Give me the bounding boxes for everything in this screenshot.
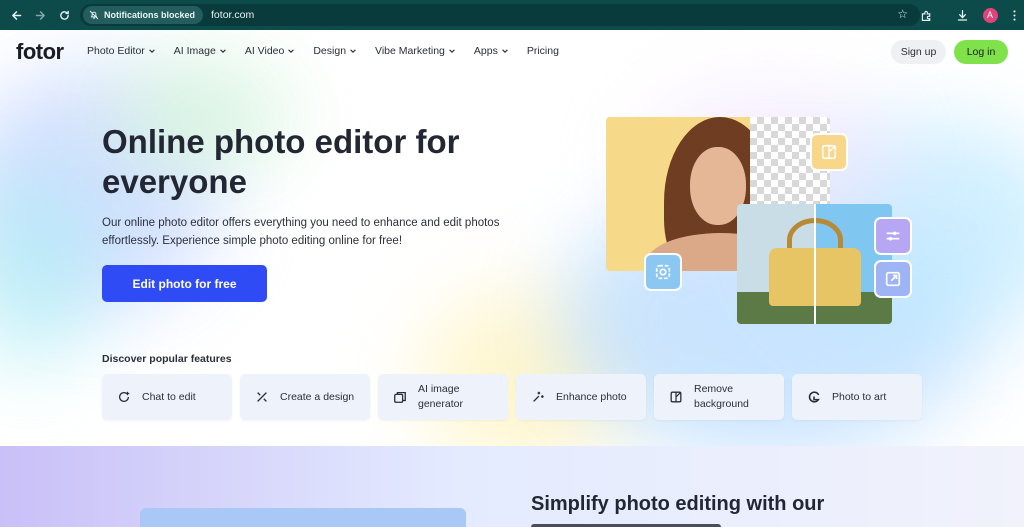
nav-design[interactable]: Design <box>313 45 357 57</box>
profile-avatar[interactable]: A <box>982 7 998 23</box>
feature-label: AI image generator <box>418 383 463 410</box>
chevron-down-icon <box>449 49 455 53</box>
hero-subtitle: Our online photo editor offers everythin… <box>102 217 500 247</box>
nav-label: Apps <box>473 45 498 57</box>
feature-label: Chat to edit <box>142 390 196 403</box>
nav-label: AI Video <box>244 45 285 57</box>
nav-label: Pricing <box>526 45 559 57</box>
chevron-down-icon <box>502 49 508 53</box>
chat-edit-icon <box>116 389 132 405</box>
browser-menu-icon[interactable] <box>1006 3 1022 27</box>
ai-image-icon <box>392 389 408 405</box>
main-nav: Photo Editor AI Image AI Video Design Vi… <box>87 45 577 57</box>
design-tools-icon <box>254 389 270 405</box>
nav-vibe-marketing[interactable]: Vibe Marketing <box>375 45 456 57</box>
feature-label: Remove background <box>694 383 749 410</box>
edit-photo-cta-button[interactable]: Edit photo for free <box>102 265 267 302</box>
nav-ai-image[interactable]: AI Image <box>174 45 227 57</box>
chevron-down-icon <box>220 49 226 53</box>
extensions-icon[interactable] <box>914 3 938 27</box>
feature-enhance-photo[interactable]: Enhance photo <box>516 374 646 420</box>
sliders-icon <box>886 231 900 241</box>
back-icon[interactable] <box>4 3 28 27</box>
feature-ai-image-generator[interactable]: AI image generator <box>378 374 508 420</box>
url-text[interactable]: fotor.com <box>211 9 254 21</box>
expand-tool-tile <box>874 260 912 298</box>
enhance-tool-tile <box>644 253 682 291</box>
compare-divider <box>814 204 816 324</box>
forward-icon[interactable] <box>28 3 52 27</box>
feature-chat-to-edit[interactable]: Chat to edit <box>102 374 232 420</box>
nav-apps[interactable]: Apps <box>474 45 509 57</box>
lower-section: Simplify photo editing with our <box>0 446 1024 527</box>
handbag-photo <box>737 204 892 324</box>
notification-chip-label: Notifications blocked <box>104 10 196 20</box>
sparkle-enhance-icon <box>530 389 546 405</box>
browser-toolbar: Notifications blocked fotor.com ☆ A <box>0 0 1024 30</box>
lower-section-title: Simplify photo editing with our <box>531 493 825 515</box>
bookmark-star-icon[interactable]: ☆ <box>897 7 908 21</box>
page: fotor Photo Editor AI Image AI Video Des… <box>0 30 1024 527</box>
nav-label: AI Image <box>173 45 216 57</box>
profile-slot: A <box>978 3 1002 27</box>
login-button[interactable]: Log in <box>954 40 1008 64</box>
enhance-icon <box>655 264 671 280</box>
feature-label: Create a design <box>280 390 355 403</box>
fotor-logo[interactable]: fotor <box>16 39 64 65</box>
nav-pricing[interactable]: Pricing <box>527 45 559 57</box>
chevron-down-icon <box>149 49 155 53</box>
feature-remove-background[interactable]: Remove background <box>654 374 784 420</box>
layers-tool-tile <box>810 133 848 171</box>
hero-title: Online photo editor for everyone <box>102 123 460 200</box>
nav-label: Photo Editor <box>87 45 145 57</box>
notifications-blocked-chip[interactable]: Notifications blocked <box>83 6 204 24</box>
features-title: Discover popular features <box>102 353 232 365</box>
feature-label: Enhance photo <box>556 390 627 403</box>
feature-label: Photo to art <box>832 390 887 403</box>
nav-photo-editor[interactable]: Photo Editor <box>87 45 156 57</box>
chevron-down-icon <box>288 49 295 53</box>
remove-bg-icon <box>668 389 684 405</box>
address-bar[interactable]: Notifications blocked fotor.com ☆ <box>80 4 920 26</box>
chevron-down-icon <box>350 49 356 53</box>
feature-photo-to-art[interactable]: Photo to art <box>792 374 922 420</box>
lower-preview-card <box>140 508 466 527</box>
photo-to-art-icon <box>806 389 822 405</box>
bell-off-icon <box>89 10 99 20</box>
nav-label: Vibe Marketing <box>375 45 445 57</box>
layers-icon <box>821 144 837 160</box>
signup-button[interactable]: Sign up <box>891 40 946 64</box>
adjust-tool-tile <box>874 217 912 255</box>
expand-icon <box>885 271 901 287</box>
reload-icon[interactable] <box>52 3 76 27</box>
site-header: fotor Photo Editor AI Image AI Video Des… <box>0 30 1024 74</box>
nav-label: Design <box>313 45 347 57</box>
hero-collage <box>600 100 930 330</box>
download-icon[interactable] <box>950 3 974 27</box>
nav-ai-video[interactable]: AI Video <box>245 45 296 57</box>
feature-create-design[interactable]: Create a design <box>240 374 370 420</box>
